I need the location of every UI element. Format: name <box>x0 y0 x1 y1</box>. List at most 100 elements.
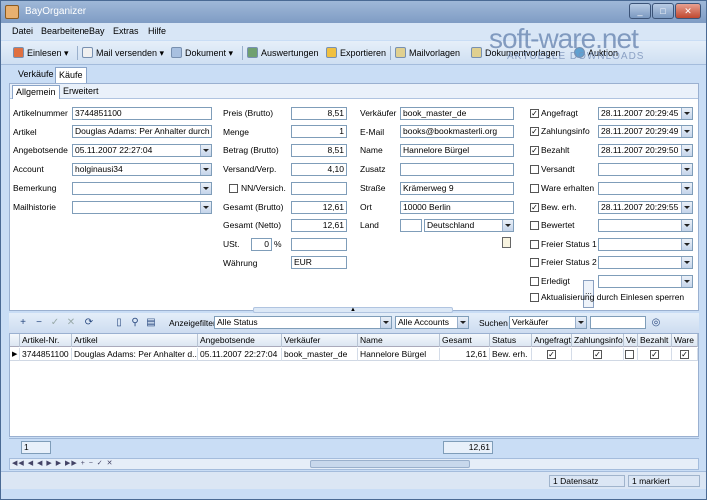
status-checkbox[interactable] <box>530 165 539 174</box>
confirm-icon[interactable]: ✓ <box>49 317 61 329</box>
status-checkbox[interactable]: ✓ <box>530 203 539 212</box>
chevron-down-icon[interactable] <box>200 164 211 175</box>
status-date-field[interactable]: 28.11.2007 20:29:50 <box>598 144 693 157</box>
menu-ebay[interactable]: eBay <box>84 26 105 36</box>
columns-icon[interactable]: ▤ <box>145 317 157 329</box>
chevron-down-icon[interactable] <box>681 276 692 287</box>
auswertungen-button[interactable]: Auswertungen <box>247 46 319 60</box>
clipboard-icon[interactable]: ▯ <box>113 317 125 329</box>
chevron-down-icon[interactable] <box>502 220 513 231</box>
status-date-field[interactable] <box>598 163 693 176</box>
chevron-down-icon[interactable] <box>200 145 211 156</box>
gesamt-brutto-field[interactable]: 12,61 <box>291 201 347 214</box>
column-header[interactable]: Bezahlt <box>638 334 672 347</box>
grid-checkbox[interactable]: ✓ <box>547 350 556 359</box>
clipboard-icon[interactable] <box>502 237 511 248</box>
bemerkung-select[interactable] <box>72 182 212 195</box>
status-checkbox[interactable] <box>530 221 539 230</box>
column-header[interactable]: Angefragt <box>532 334 572 347</box>
chevron-down-icon[interactable] <box>200 183 211 194</box>
status-date-field[interactable] <box>598 219 693 232</box>
chevron-down-icon[interactable] <box>681 164 692 175</box>
status-checkbox[interactable] <box>530 184 539 193</box>
chevron-down-icon[interactable] <box>681 108 692 119</box>
email-field[interactable]: books@bookmasterli.org <box>400 125 514 138</box>
table-row[interactable]: ▶ 3744851100 Douglas Adams: Per Anhalter… <box>10 348 698 361</box>
preis-field[interactable]: 8,51 <box>291 107 347 120</box>
mailhistorie-select[interactable] <box>72 201 212 214</box>
account-filter-select[interactable]: Alle Accounts <box>395 316 469 329</box>
versand-field[interactable]: 4,10 <box>291 163 347 176</box>
grid-checkbox[interactable] <box>625 350 634 359</box>
status-checkbox[interactable] <box>530 258 539 267</box>
navigator-buttons[interactable]: ◀◀ ◀ ◀ ▶ ▶ ▶▶ + − ✓ ✕ <box>12 459 113 467</box>
land-code-field[interactable] <box>400 219 422 232</box>
menu-extras[interactable]: Extras <box>113 26 139 36</box>
zusatz-field[interactable] <box>400 163 514 176</box>
chevron-down-icon[interactable] <box>681 220 692 231</box>
status-date-field[interactable]: 28.11.2007 20:29:55 <box>598 201 693 214</box>
status-checkbox[interactable] <box>530 277 539 286</box>
ust-amount-field[interactable] <box>291 238 347 251</box>
add-icon[interactable]: + <box>17 317 29 329</box>
tab-verkaeufe[interactable]: Verkäufe <box>15 67 57 83</box>
nn-versich-checkbox[interactable] <box>229 184 238 193</box>
chevron-down-icon[interactable] <box>457 317 468 328</box>
betrag-field[interactable]: 8,51 <box>291 144 347 157</box>
chevron-down-icon[interactable] <box>380 317 391 328</box>
search-field-select[interactable]: Verkäufer <box>509 316 587 329</box>
cancel-icon[interactable]: ✕ <box>65 317 77 329</box>
status-filter-select[interactable]: Alle Status <box>214 316 392 329</box>
column-header[interactable]: Verkäufer <box>282 334 358 347</box>
column-header[interactable]: Ve <box>624 334 638 347</box>
status-checkbox[interactable]: ✓ <box>530 146 539 155</box>
grid-checkbox[interactable]: ✓ <box>680 350 689 359</box>
menu-datei[interactable]: Datei <box>12 26 33 36</box>
menu-hilfe[interactable]: Hilfe <box>148 26 166 36</box>
column-header[interactable]: Ware <box>672 334 698 347</box>
land-select[interactable]: Deutschland <box>424 219 514 232</box>
mail-versenden-button[interactable]: Mail versenden ▾ <box>82 46 164 60</box>
artikel-field[interactable]: Douglas Adams: Per Anhalter durch di <box>72 125 212 138</box>
name-field[interactable]: Hannelore Bürgel <box>400 144 514 157</box>
chevron-down-icon[interactable] <box>681 202 692 213</box>
strasse-field[interactable]: Krämerweg 9 <box>400 182 514 195</box>
auktion-button[interactable]: Auktion <box>574 46 618 60</box>
dokumentvorlagen-button[interactable]: Dokumentvorlagen <box>471 46 561 60</box>
ust-percent-field[interactable]: 0 <box>251 238 272 251</box>
refresh-icon[interactable]: ⟳ <box>83 317 95 329</box>
status-date-field[interactable]: 28.11.2007 20:29:49 <box>598 125 693 138</box>
search-input[interactable] <box>590 316 646 329</box>
tab-erweitert[interactable]: Erweitert <box>60 85 102 99</box>
menu-bearbeiten[interactable]: Bearbeiten <box>41 26 85 36</box>
binoculars-icon[interactable]: ◎ <box>649 317 663 329</box>
grid-checkbox[interactable]: ✓ <box>593 350 602 359</box>
column-header[interactable]: Artikel-Nr. <box>20 334 72 347</box>
status-checkbox[interactable] <box>530 240 539 249</box>
chevron-down-icon[interactable] <box>681 257 692 268</box>
grid-checkbox[interactable]: ✓ <box>650 350 659 359</box>
tab-kaeufe[interactable]: Käufe <box>55 67 87 83</box>
column-header[interactable]: Gesamt <box>440 334 490 347</box>
account-select[interactable]: holginausi34 <box>72 163 212 176</box>
remove-icon[interactable]: − <box>33 317 45 329</box>
chevron-down-icon[interactable] <box>681 126 692 137</box>
mailvorlagen-button[interactable]: Mailvorlagen <box>395 46 460 60</box>
ort-field[interactable]: 10000 Berlin <box>400 201 514 214</box>
tab-allgemein[interactable]: Allgemein <box>12 85 60 99</box>
exportieren-button[interactable]: Exportieren <box>326 46 386 60</box>
waehrung-field[interactable]: EUR <box>291 256 347 269</box>
artikelnummer-field[interactable]: 3744851100 <box>72 107 212 120</box>
horizontal-scrollbar-thumb[interactable] <box>310 460 470 468</box>
column-header[interactable]: Artikel <box>72 334 198 347</box>
status-date-field[interactable]: 28.11.2007 20:29:45 <box>598 107 693 120</box>
angebotsende-field[interactable]: 05.11.2007 22:27:04 <box>72 144 212 157</box>
maximize-button[interactable]: □ <box>652 3 674 19</box>
nn-versich-field[interactable] <box>291 182 347 195</box>
status-date-field[interactable] <box>598 182 693 195</box>
resync-lock-checkbox[interactable] <box>530 293 539 302</box>
chevron-down-icon[interactable] <box>681 239 692 250</box>
column-header[interactable]: Zahlungsinfo <box>572 334 624 347</box>
menge-field[interactable]: 1 <box>291 125 347 138</box>
dokument-button[interactable]: Dokument ▾ <box>171 46 233 60</box>
